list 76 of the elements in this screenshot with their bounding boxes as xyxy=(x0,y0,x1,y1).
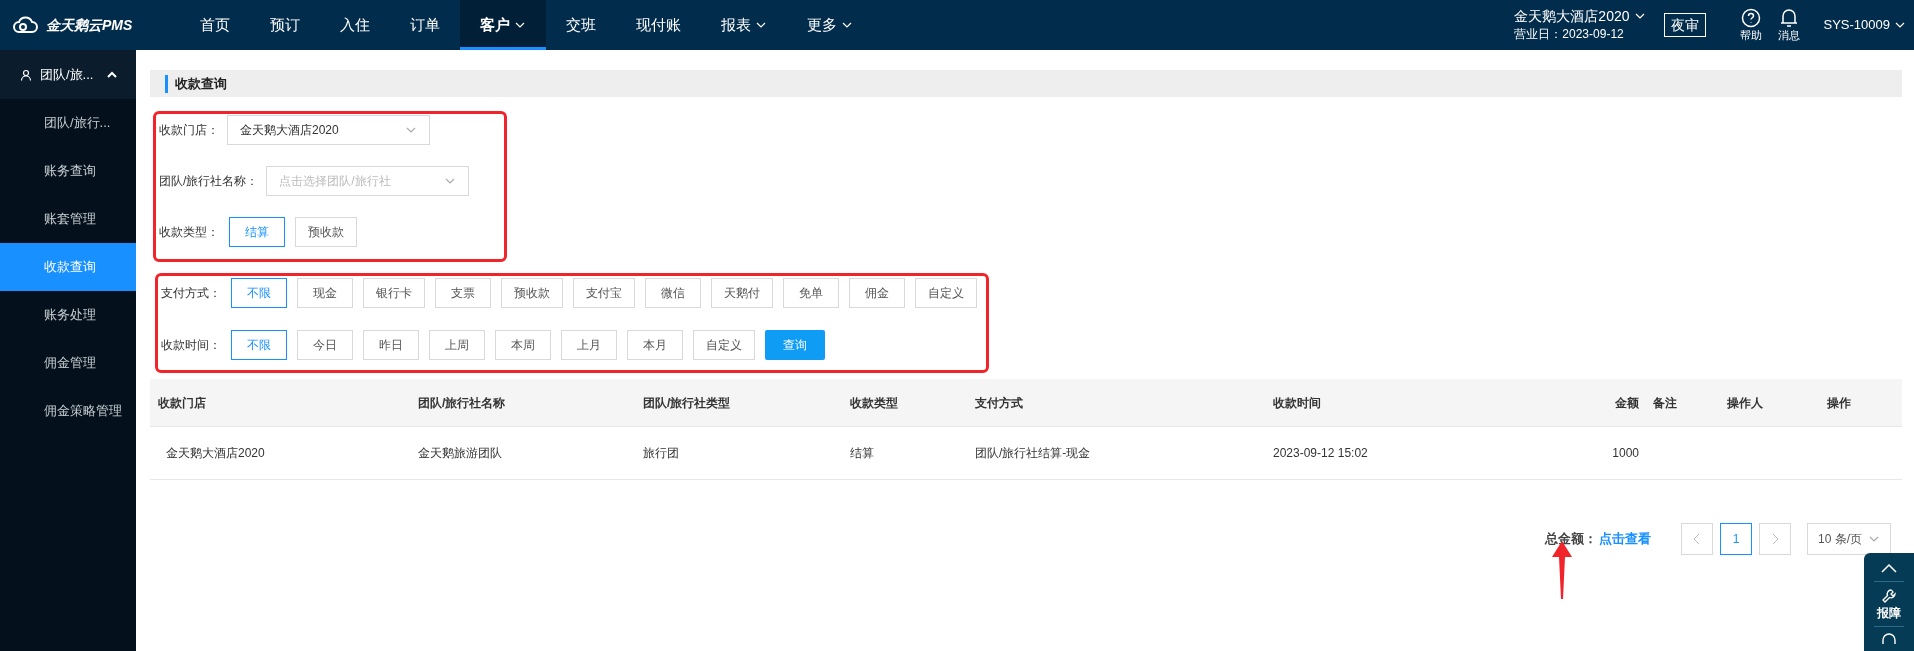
option-button[interactable]: 今日 xyxy=(297,330,353,360)
column-header: 团队/旅行社名称 xyxy=(418,394,507,412)
bell-icon xyxy=(1779,8,1798,28)
option-button[interactable]: 微信 xyxy=(645,278,701,308)
page-title: 收款查询 xyxy=(175,74,227,93)
hotel-selector[interactable]: 金天鹅大酒店2020 xyxy=(1514,7,1646,25)
column-header: 备注 xyxy=(1652,394,1678,412)
chevron-up-icon[interactable] xyxy=(1881,563,1897,573)
table-cell-text: 金天鹅大酒店2020 xyxy=(166,445,266,462)
user-menu[interactable]: SYS-10009 xyxy=(1823,15,1906,35)
option-button[interactable]: 本月 xyxy=(627,330,683,360)
sidebar-item[interactable]: 账务处理 xyxy=(0,291,136,339)
column-header: 收款类型 xyxy=(850,394,899,412)
nav-tab[interactable]: 订单 xyxy=(390,0,460,50)
chevron-left-icon xyxy=(1693,533,1701,545)
nav-tab[interactable]: 入住 xyxy=(320,0,390,50)
option-button[interactable]: 昨日 xyxy=(363,330,419,360)
toolbar-button[interactable]: 消息 xyxy=(1777,8,1800,42)
toolbar-button[interactable]: 帮助 xyxy=(1739,8,1762,42)
chevron-right-icon xyxy=(1771,533,1779,545)
option-button[interactable]: 支付宝 xyxy=(573,278,635,308)
sidebar-item[interactable]: 团队/旅行... xyxy=(0,99,136,147)
nav-tab[interactable]: 预订 xyxy=(250,0,320,50)
sidebar-item[interactable]: 佣金管理 xyxy=(0,339,136,387)
option-button[interactable]: 上周 xyxy=(429,330,485,360)
table-cell-text: 旅行团 xyxy=(643,445,680,462)
nav-tab[interactable]: 交班 xyxy=(546,0,616,50)
nav-tab[interactable]: 首页 xyxy=(180,0,250,50)
report-button[interactable]: 报障 xyxy=(1877,588,1901,622)
column-header: 团队/旅行社类型 xyxy=(643,394,732,412)
option-button[interactable]: 银行卡 xyxy=(363,278,425,308)
field-label: 收款类型： xyxy=(159,224,219,241)
option-button[interactable]: 自定义 xyxy=(915,278,977,308)
column-header: 收款时间 xyxy=(1273,394,1322,412)
option-button[interactable]: 上月 xyxy=(561,330,617,360)
nav-tab[interactable]: 报表 xyxy=(701,0,787,50)
column-header: 操作人 xyxy=(1726,394,1764,412)
cloud-logo-icon xyxy=(12,16,40,34)
option-button[interactable]: 免单 xyxy=(783,278,839,308)
option-button[interactable]: 本周 xyxy=(495,330,551,360)
sidebar-item[interactable]: 账务查询 xyxy=(0,147,136,195)
option-button[interactable]: 自定义 xyxy=(693,330,755,360)
table-cell-text: 2023-09-12 15:02 xyxy=(1273,445,1369,462)
night-audit-button[interactable]: 夜审 xyxy=(1663,13,1706,37)
business-date: 营业日：2023-09-12 xyxy=(1514,26,1625,43)
option-button[interactable]: 预收款 xyxy=(295,217,357,247)
field-label: 收款时间： xyxy=(161,337,221,354)
wrench-icon xyxy=(1881,588,1897,604)
nav-tab[interactable]: 现付账 xyxy=(616,0,701,50)
table-cell-text: 结算 xyxy=(850,445,875,462)
table-cell-text: 团队/旅行社结算-现金 xyxy=(975,445,1092,462)
headset-icon[interactable] xyxy=(1881,632,1897,644)
sidebar-item[interactable]: 佣金策略管理 xyxy=(0,387,136,435)
option-button[interactable]: 现金 xyxy=(297,278,353,308)
field-label: 团队/旅行社名称： xyxy=(159,173,259,190)
column-header: 金额 xyxy=(1614,394,1639,412)
nav-tab[interactable]: 客户 xyxy=(460,0,546,50)
option-button[interactable]: 天鹅付 xyxy=(711,278,773,308)
store-select[interactable]: 金天鹅大酒店2020 xyxy=(227,115,430,145)
column-header: 收款门店 xyxy=(158,394,207,412)
table-cell-text: 1000 xyxy=(1611,445,1639,462)
column-header: 操作 xyxy=(1826,394,1852,412)
option-button[interactable]: 预收款 xyxy=(501,278,563,308)
field-label: 支付方式： xyxy=(161,285,221,302)
option-button[interactable]: 支票 xyxy=(435,278,491,308)
field-label: 收款门店： xyxy=(159,122,219,139)
sidebar-group[interactable]: 团队/旅... xyxy=(0,50,136,99)
nav-tab[interactable]: 更多 xyxy=(787,0,873,50)
logo-text: 金天鹅云PMS xyxy=(46,15,133,35)
help-icon xyxy=(1740,8,1761,28)
person-icon xyxy=(20,68,32,81)
option-button[interactable]: 佣金 xyxy=(849,278,905,308)
total-label: 总金额： xyxy=(1545,530,1597,549)
sidebar-item[interactable]: 账套管理 xyxy=(0,195,136,243)
column-header: 支付方式 xyxy=(975,394,1024,412)
table-cell-text: 金天鹅旅游团队 xyxy=(418,445,503,462)
